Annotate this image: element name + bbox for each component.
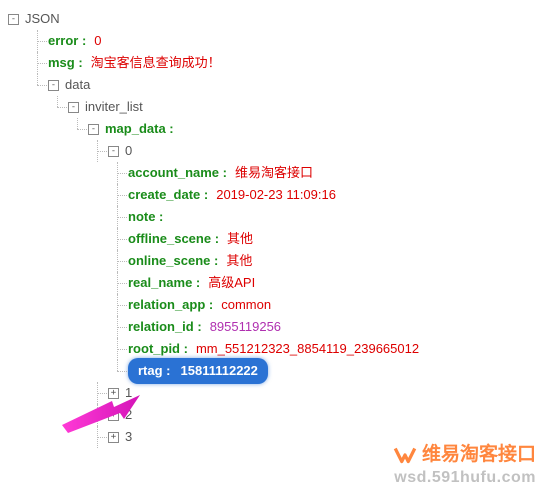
node-error: error :0 xyxy=(48,30,102,52)
field-account-name: account_name :维易淘客接口 xyxy=(128,162,313,184)
node-map-data: map_data : xyxy=(105,118,174,140)
watermark-url: wsd.591hufu.com xyxy=(392,468,536,489)
toggle-idx0[interactable]: - xyxy=(108,146,119,157)
field-offline-scene: offline_scene :其他 xyxy=(128,228,253,250)
field-real-name: real_name :高级API xyxy=(128,272,255,294)
node-inviter-list: inviter_list xyxy=(85,96,143,118)
node-msg: msg :淘宝客信息查询成功！ xyxy=(48,52,221,74)
toggle-map-data[interactable]: - xyxy=(88,124,99,135)
annotation-arrow-icon xyxy=(62,395,142,435)
node-data: data xyxy=(65,74,90,96)
watermark-logo-icon xyxy=(392,442,418,468)
toggle-data[interactable]: - xyxy=(48,80,59,91)
field-relation-id: relation_id :8955119256 xyxy=(128,316,281,338)
node-idx0: 0 xyxy=(125,140,132,162)
field-note: note : xyxy=(128,206,163,228)
field-create-date: create_date :2019-02-23 11:09:16 xyxy=(128,184,336,206)
field-root-pid: root_pid :mm_551212323_8854119_239665012 xyxy=(128,338,419,360)
field-relation-app: relation_app :common xyxy=(128,294,271,316)
field-online-scene: online_scene :其他 xyxy=(128,250,252,272)
watermark: 维易淘客接口 wsd.591hufu.com xyxy=(392,442,536,489)
node-root: JSON xyxy=(25,8,60,30)
watermark-title: 维易淘客接口 xyxy=(422,443,536,468)
toggle-root[interactable]: - xyxy=(8,14,19,25)
json-tree: - JSON error :0 msg :淘宝客信息查询成功！ - data -… xyxy=(0,0,548,448)
field-rtag-highlight: rtag :15811112222 xyxy=(128,358,268,384)
toggle-inviter-list[interactable]: - xyxy=(68,102,79,113)
